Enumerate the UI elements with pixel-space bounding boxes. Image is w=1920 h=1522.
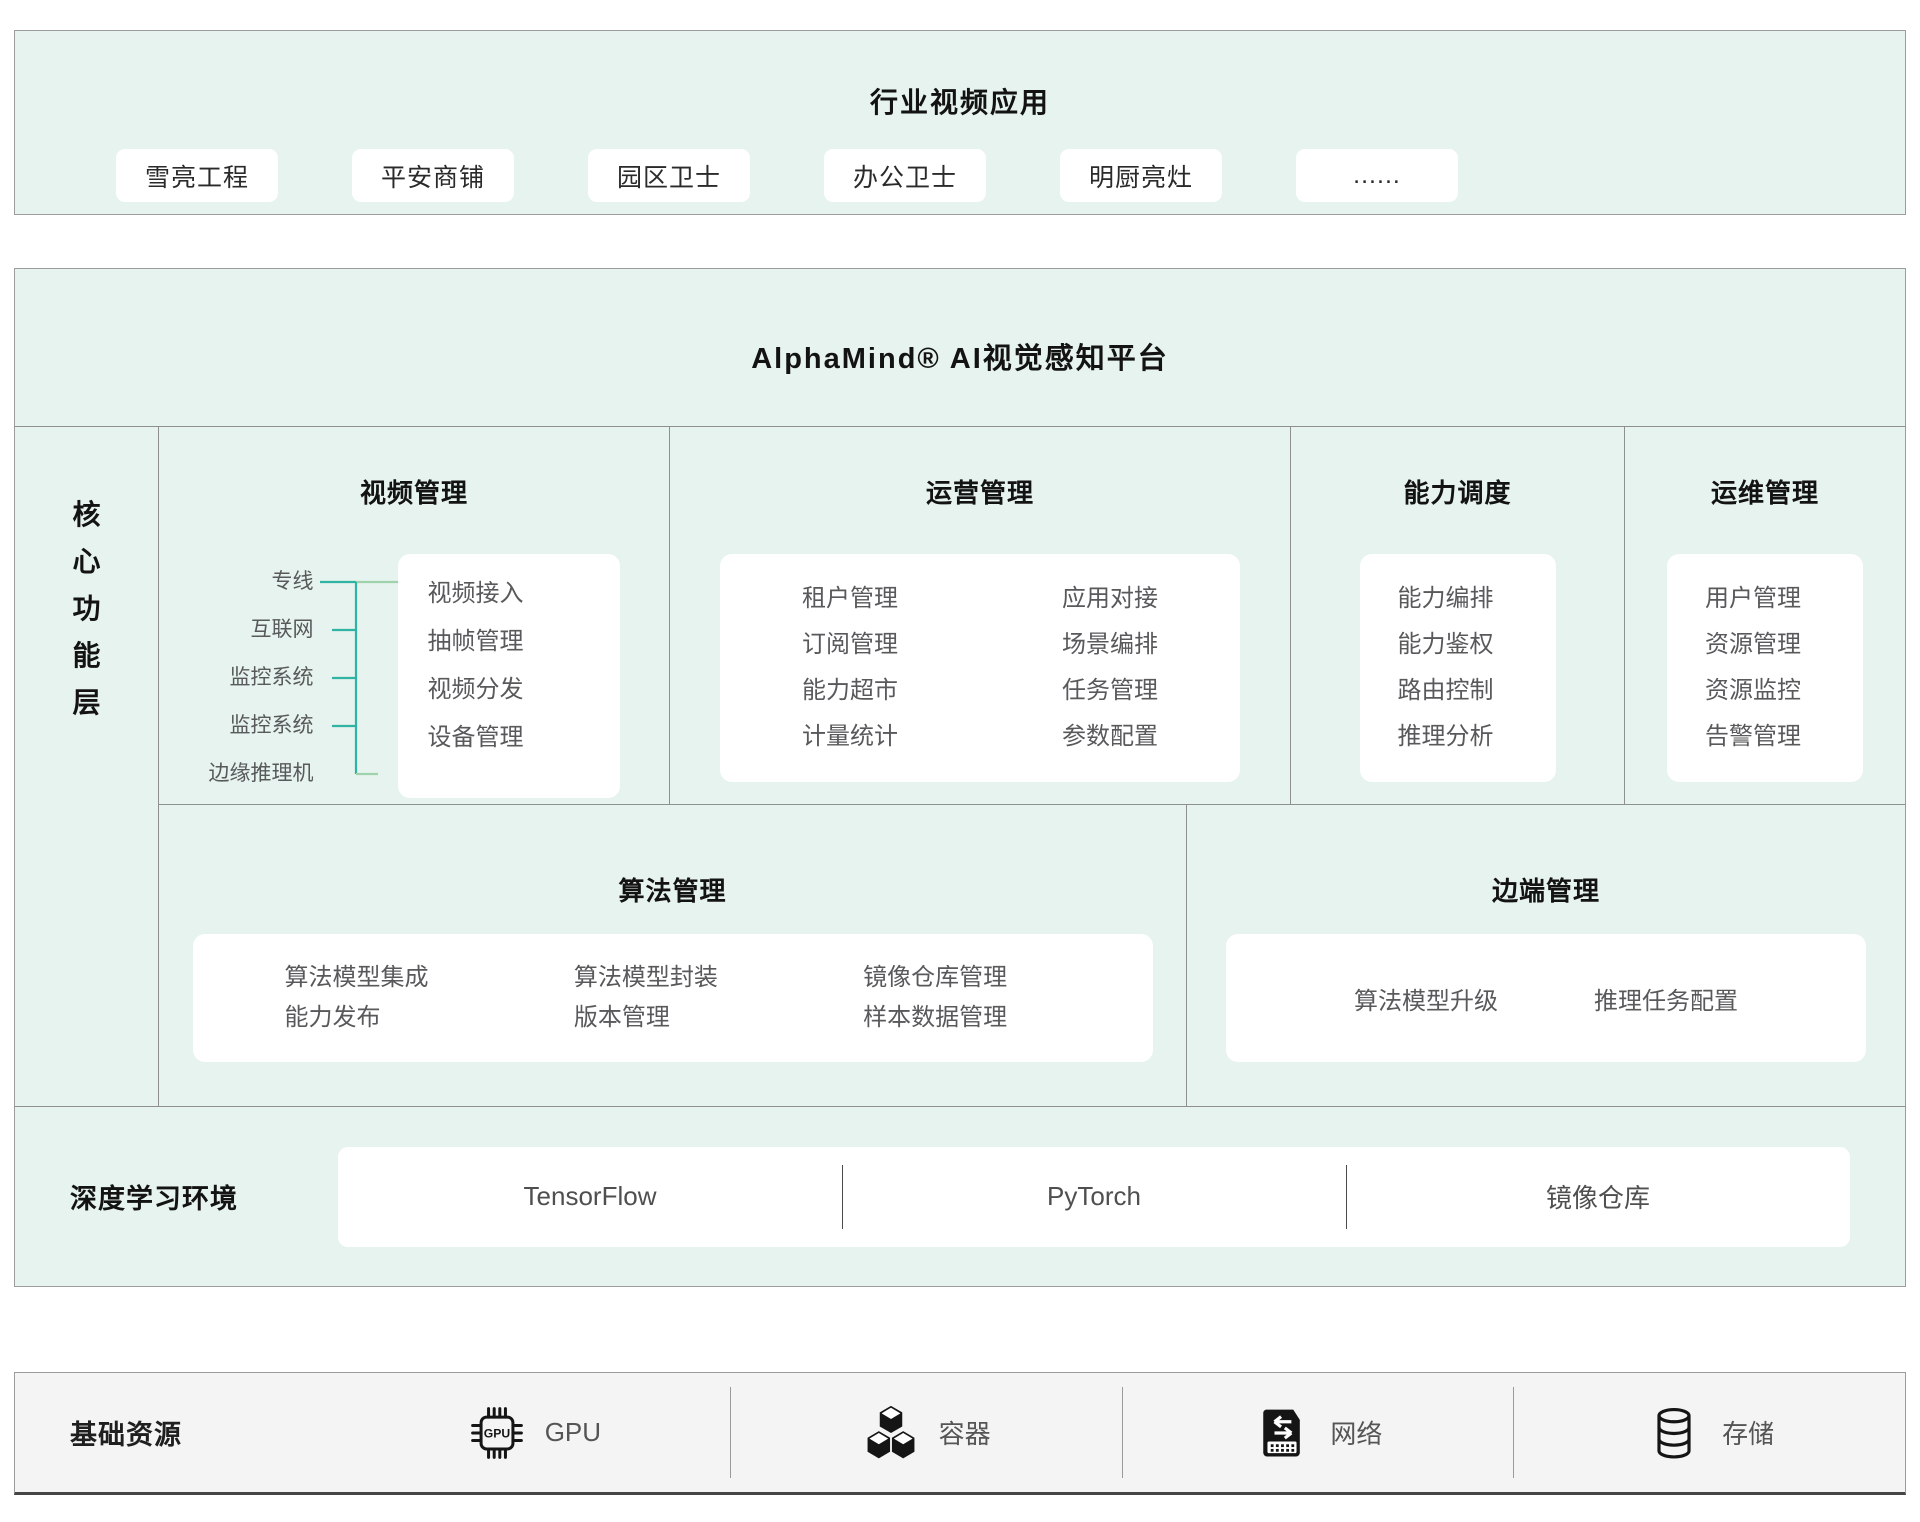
video-function: 视频接入 <box>428 570 620 618</box>
section-algorithm-management: 算法管理 算法模型集成 算法模型封装 镜像仓库管理 能力发布 版本管理 样本数据… <box>159 805 1187 1106</box>
industry-apps-title: 行业视频应用 <box>15 31 1905 121</box>
deep-learning-row: 深度学习环境 TensorFlow PyTorch 镜像仓库 <box>15 1106 1905 1286</box>
section-title: 边端管理 <box>1187 871 1905 908</box>
video-functions-box: 视频接入 抽帧管理 视频分发 设备管理 <box>398 554 620 798</box>
video-source: 监控系统 <box>209 702 314 750</box>
video-function: 抽帧管理 <box>428 618 620 666</box>
section-title: 算法管理 <box>159 871 1186 908</box>
app-chip-more: ...... <box>1296 149 1458 202</box>
function-row-1: 视频管理 专线 互联网 监控系统 监控系统 边缘推理机 <box>159 427 1905 804</box>
dl-framework: PyTorch <box>842 1147 1346 1247</box>
video-management-content: 专线 互联网 监控系统 监控系统 边缘推理机 <box>159 558 669 798</box>
container-boxes-icon <box>861 1403 921 1463</box>
algorithm-item: 算法模型集成 <box>285 958 574 998</box>
app-chip: 平安商铺 <box>352 149 514 202</box>
operations-box: 租户管理 应用对接 订阅管理 场景编排 能力超市 任务管理 计量统计 参数配置 <box>720 554 1240 782</box>
industry-apps-row: 雪亮工程 平安商铺 园区卫士 办公卫士 明厨亮灶 ...... <box>15 149 1905 202</box>
core-layer-strip: 核心功能层 <box>15 427 159 1106</box>
video-function: 视频分发 <box>428 666 620 714</box>
capability-item: 推理分析 <box>1398 714 1556 760</box>
edge-item: 推理任务配置 <box>1594 981 1738 1016</box>
algorithm-box: 算法模型集成 算法模型封装 镜像仓库管理 能力发布 版本管理 样本数据管理 <box>193 934 1153 1062</box>
app-chip: 雪亮工程 <box>116 149 278 202</box>
infrastructure-panel: 基础资源 GPU GPU <box>14 1372 1906 1495</box>
core-function-area: 核心功能层 视频管理 专线 互联网 监控系统 监控系统 <box>15 427 1905 1106</box>
capability-item: 路由控制 <box>1398 668 1556 714</box>
infra-item-label: GPU <box>545 1417 601 1448</box>
maintenance-item: 资源监控 <box>1705 668 1863 714</box>
network-switch-icon <box>1252 1403 1312 1463</box>
operations-item: 能力超市 <box>720 668 980 714</box>
capability-item: 能力编排 <box>1398 576 1556 622</box>
section-operations-management: 运营管理 租户管理 应用对接 订阅管理 场景编排 能力超市 任务管理 计量统计 … <box>670 427 1291 804</box>
edge-item: 算法模型升级 <box>1354 981 1498 1016</box>
infra-item-label: 网络 <box>1330 1414 1382 1451</box>
capability-box: 能力编排 能力鉴权 路由控制 推理分析 <box>1360 554 1556 782</box>
industry-apps-panel: 行业视频应用 雪亮工程 平安商铺 园区卫士 办公卫士 明厨亮灶 ...... <box>14 30 1906 215</box>
infra-item-label: 容器 <box>939 1414 991 1451</box>
maintenance-item: 资源管理 <box>1705 622 1863 668</box>
operations-item: 应用对接 <box>980 576 1240 622</box>
section-video-management: 视频管理 专线 互联网 监控系统 监控系统 边缘推理机 <box>159 427 670 804</box>
section-title: 运维管理 <box>1625 473 1905 510</box>
operations-item: 参数配置 <box>980 714 1240 760</box>
operations-item: 订阅管理 <box>720 622 980 668</box>
section-capability-scheduling: 能力调度 能力编排 能力鉴权 路由控制 推理分析 <box>1291 427 1625 804</box>
video-source: 边缘推理机 <box>209 750 314 798</box>
operations-item: 计量统计 <box>720 714 980 760</box>
section-title: 能力调度 <box>1291 473 1624 510</box>
video-source: 监控系统 <box>209 654 314 702</box>
section-title: 运营管理 <box>670 473 1290 510</box>
storage-database-icon <box>1644 1403 1704 1463</box>
maintenance-item: 用户管理 <box>1705 576 1863 622</box>
infrastructure-label: 基础资源 <box>70 1413 338 1452</box>
video-source-connector-lines <box>320 558 398 798</box>
algorithm-item: 能力发布 <box>285 998 574 1038</box>
video-source: 专线 <box>209 558 314 606</box>
gpu-chip-icon-text: GPU <box>484 1426 511 1440</box>
infrastructure-row: 基础资源 GPU GPU <box>15 1373 1905 1492</box>
dl-framework: TensorFlow <box>338 1147 842 1247</box>
infra-item-network: 网络 <box>1122 1373 1514 1492</box>
section-title: 视频管理 <box>159 473 669 510</box>
video-source: 互联网 <box>209 606 314 654</box>
gpu-chip-icon: GPU <box>467 1403 527 1463</box>
maintenance-item: 告警管理 <box>1705 714 1863 760</box>
maintenance-box: 用户管理 资源管理 资源监控 告警管理 <box>1667 554 1863 782</box>
core-layer-content: 视频管理 专线 互联网 监控系统 监控系统 边缘推理机 <box>159 427 1905 1106</box>
infra-item-gpu: GPU GPU <box>338 1373 730 1492</box>
platform-panel: AlphaMind® AI视觉感知平台 核心功能层 视频管理 专线 互联网 <box>14 268 1906 1287</box>
deep-learning-bar: TensorFlow PyTorch 镜像仓库 <box>338 1147 1850 1247</box>
infra-item-label: 存储 <box>1722 1414 1774 1451</box>
function-row-2: 算法管理 算法模型集成 算法模型封装 镜像仓库管理 能力发布 版本管理 样本数据… <box>159 804 1905 1106</box>
algorithm-item: 算法模型封装 <box>574 958 863 998</box>
app-chip: 园区卫士 <box>588 149 750 202</box>
infra-item-container: 容器 <box>730 1373 1122 1492</box>
platform-title: AlphaMind® AI视觉感知平台 <box>15 269 1905 425</box>
operations-item: 租户管理 <box>720 576 980 622</box>
dl-framework: 镜像仓库 <box>1346 1147 1850 1247</box>
video-function: 设备管理 <box>428 714 620 762</box>
video-source-list: 专线 互联网 监控系统 监控系统 边缘推理机 <box>209 558 314 798</box>
app-chip: 明厨亮灶 <box>1060 149 1222 202</box>
capability-item: 能力鉴权 <box>1398 622 1556 668</box>
operations-item: 任务管理 <box>980 668 1240 714</box>
edge-box: 算法模型升级 推理任务配置 <box>1226 934 1866 1062</box>
algorithm-item: 样本数据管理 <box>863 998 1152 1038</box>
algorithm-item: 版本管理 <box>574 998 863 1038</box>
core-layer-label: 核心功能层 <box>70 491 104 1106</box>
operations-item: 场景编排 <box>980 622 1240 668</box>
infra-item-storage: 存储 <box>1513 1373 1905 1492</box>
deep-learning-label: 深度学习环境 <box>70 1177 322 1216</box>
section-edge-management: 边端管理 算法模型升级 推理任务配置 <box>1187 805 1905 1106</box>
app-chip: 办公卫士 <box>824 149 986 202</box>
section-ops-maintenance: 运维管理 用户管理 资源管理 资源监控 告警管理 <box>1625 427 1905 804</box>
algorithm-item: 镜像仓库管理 <box>863 958 1152 998</box>
platform-body: 核心功能层 视频管理 专线 互联网 监控系统 监控系统 <box>15 426 1905 1286</box>
